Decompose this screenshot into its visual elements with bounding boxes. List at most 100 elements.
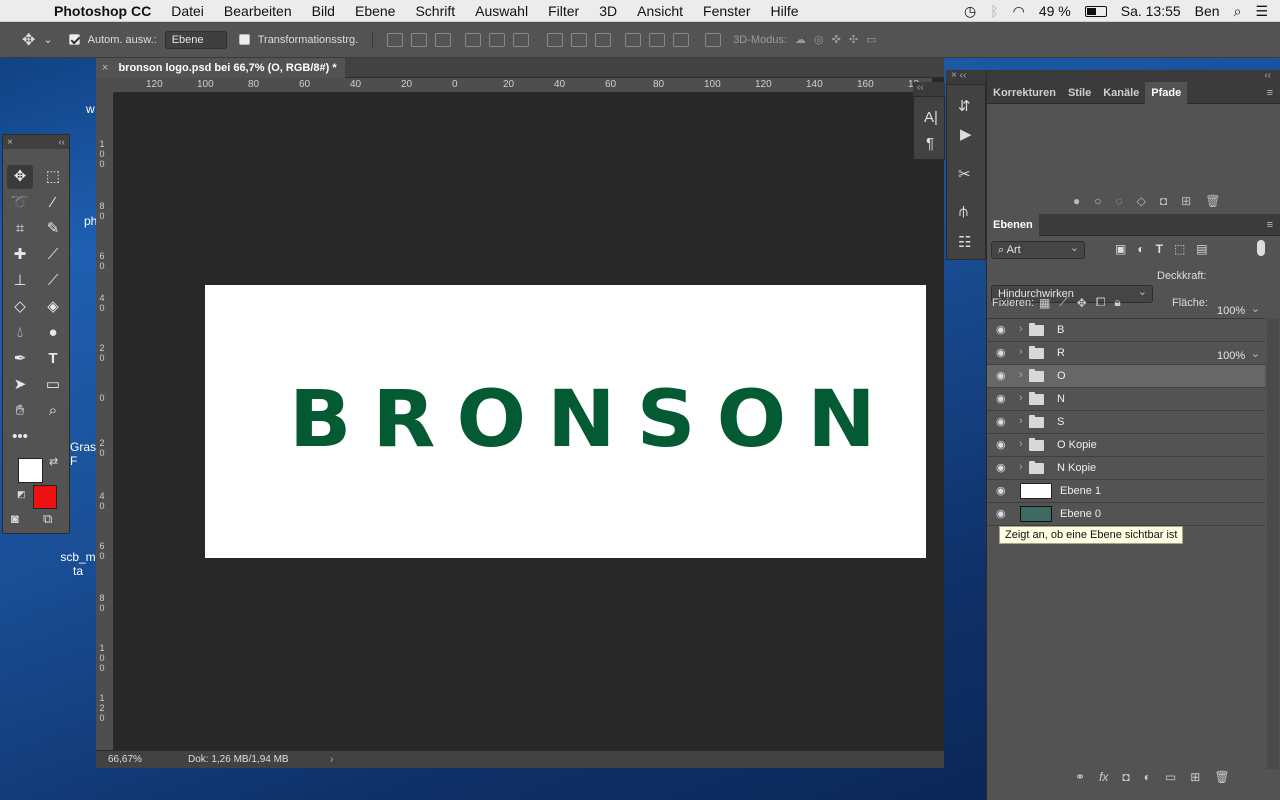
add-mask-icon[interactable]: ◘	[1160, 194, 1167, 208]
layer-filter-dropdown[interactable]: ⌕ Art	[991, 240, 1085, 259]
notification-center-icon[interactable]: ☰	[1255, 3, 1268, 20]
document-info[interactable]: Dok: 1,26 MB/1,94 MB	[188, 754, 330, 765]
clone-stamp-tool-icon[interactable]: ⊥	[7, 269, 33, 293]
type-tool-icon[interactable]: T	[40, 347, 66, 371]
menu-filter[interactable]: Filter	[548, 3, 579, 19]
align-bottom-icon[interactable]	[435, 32, 452, 47]
panel-column-header[interactable]: ‹‹	[987, 70, 1280, 82]
dodge-tool-icon[interactable]: ●	[40, 321, 66, 345]
adjustment-layer-icon[interactable]: ◐	[1144, 770, 1151, 784]
pen-tool-icon[interactable]: ✒	[7, 347, 33, 371]
path-selection-tool-icon[interactable]: ➤	[7, 373, 33, 397]
expand-chevron-icon[interactable]: ›	[1019, 392, 1023, 404]
foreground-color-swatch[interactable]	[18, 458, 43, 483]
delete-layer-icon[interactable]: 🗑︎	[1214, 770, 1229, 784]
spotlight-icon[interactable]: ⌕	[1234, 3, 1242, 20]
expand-chevron-icon[interactable]: ›	[1019, 415, 1023, 427]
layer-row[interactable]: ◉ › S	[987, 411, 1265, 434]
align-hcenter-icon[interactable]	[489, 32, 506, 47]
user-name[interactable]: Ben	[1195, 3, 1220, 19]
menu-bild[interactable]: Bild	[312, 3, 335, 19]
link-layers-icon[interactable]: ⚭	[1075, 770, 1085, 784]
new-layer-icon[interactable]: ⊞	[1190, 770, 1200, 784]
wifi-icon[interactable]: ◠	[1013, 3, 1025, 20]
quick-mask-icon[interactable]: ◙	[11, 511, 19, 526]
layer-row[interactable]: ◉ › B	[987, 319, 1265, 342]
character-panel-icon[interactable]: A|	[924, 109, 938, 126]
tab-pfade[interactable]: Pfade	[1145, 81, 1188, 104]
visibility-eye-icon[interactable]: ◉	[996, 348, 1010, 359]
expand-chevron-icon[interactable]: ›	[1019, 461, 1023, 473]
status-menu-arrow-icon[interactable]: ›	[330, 754, 333, 765]
menu-ebene[interactable]: Ebene	[355, 3, 395, 19]
filter-adjustment-icon[interactable]: ◐	[1137, 242, 1144, 256]
brush-tool-icon[interactable]: ⟋	[40, 243, 66, 267]
bluetooth-icon[interactable]: ᛒ	[990, 3, 998, 19]
layer-row[interactable]: ◉ › R	[987, 342, 1265, 365]
zoom-tool-icon[interactable]: ⌕	[40, 399, 66, 423]
filter-pixel-icon[interactable]: ▣	[1115, 242, 1126, 256]
tab-korrekturen[interactable]: Korrekturen	[987, 82, 1062, 104]
distribute-bottom-icon[interactable]	[595, 32, 612, 47]
load-as-selection-icon[interactable]: ◌	[1116, 194, 1123, 208]
swap-colors-icon[interactable]: ⇄	[49, 455, 58, 468]
distribute-right-icon[interactable]	[673, 32, 690, 47]
toolbox-header[interactable]: × ‹‹	[3, 135, 69, 149]
layer-row[interactable]: ◉ Ebene 1	[987, 480, 1265, 503]
time-machine-icon[interactable]: ◷	[964, 3, 976, 20]
history-panel-icon[interactable]: ⇵	[958, 97, 971, 115]
distribute-top-icon[interactable]	[547, 32, 564, 47]
vertical-ruler[interactable]: 1 0 0 8 0 6 0 4 0 2 0 0 2 0 4 0 6 0 8 0 …	[96, 93, 114, 750]
filter-toggle[interactable]	[1257, 240, 1265, 256]
menu-bearbeiten[interactable]: Bearbeiten	[224, 3, 292, 19]
add-mask-icon[interactable]: ◘	[1122, 770, 1129, 784]
lock-image-icon[interactable]: ⟋	[1059, 295, 1067, 310]
menu-ansicht[interactable]: Ansicht	[637, 3, 683, 19]
dock-header[interactable]: × ‹‹	[946, 70, 986, 84]
move-tool-icon[interactable]: ✥	[22, 30, 35, 50]
distribute-hcenter-icon[interactable]	[649, 32, 666, 47]
visibility-eye-icon[interactable]: ◉	[996, 394, 1010, 405]
close-tab-icon[interactable]: ×	[102, 62, 108, 74]
apple-icon[interactable]	[20, 3, 34, 19]
auto-select-checkbox[interactable]	[68, 34, 80, 45]
lock-transparent-icon[interactable]: ▦	[1039, 296, 1050, 310]
blur-tool-icon[interactable]: 💧︎	[7, 321, 33, 345]
visibility-eye-icon[interactable]: ◉	[996, 440, 1010, 451]
3d-orbit-icon[interactable]: ☁	[795, 33, 806, 46]
lock-all-icon[interactable]: 🔒︎	[1114, 295, 1120, 310]
panel-menu-icon[interactable]: ≡	[1267, 219, 1273, 231]
adjustments-sliders-icon[interactable]: ☷	[958, 233, 971, 251]
lock-position-icon[interactable]: ✥	[1077, 296, 1087, 310]
visibility-eye-icon[interactable]: ◉	[996, 486, 1010, 497]
visibility-eye-icon[interactable]: ◉	[996, 371, 1010, 382]
3d-roll-icon[interactable]: ◎	[814, 33, 824, 46]
close-icon[interactable]: ×	[7, 137, 13, 148]
visibility-eye-icon[interactable]: ◉	[996, 509, 1010, 520]
paragraph-panel-icon[interactable]: ¶	[926, 135, 934, 152]
hand-tool-icon[interactable]: ✋︎	[7, 399, 33, 423]
rectangle-tool-icon[interactable]: ▭	[40, 373, 66, 397]
lasso-tool-icon[interactable]: ➰	[7, 191, 33, 215]
lock-artboard-icon[interactable]: ⧠	[1096, 295, 1106, 310]
distribute-left-icon[interactable]	[625, 32, 642, 47]
tab-kanaele[interactable]: Kanäle	[1097, 82, 1145, 104]
visibility-eye-icon[interactable]: ◉	[996, 417, 1010, 428]
visibility-eye-icon[interactable]: ◉	[996, 325, 1010, 336]
eraser-tool-icon[interactable]: ◇	[7, 295, 33, 319]
menu-3d[interactable]: 3D	[599, 3, 617, 19]
history-brush-tool-icon[interactable]: ⟋	[40, 269, 66, 293]
menu-auswahl[interactable]: Auswahl	[475, 3, 528, 19]
distribute-vcenter-icon[interactable]	[571, 32, 588, 47]
auto-align-icon[interactable]	[705, 32, 722, 47]
clock[interactable]: Sa. 13:55	[1121, 3, 1181, 19]
menu-datei[interactable]: Datei	[171, 3, 204, 19]
make-work-path-icon[interactable]: ◇	[1137, 194, 1146, 208]
expand-chevron-icon[interactable]: ›	[1019, 323, 1023, 335]
eyedropper-tool-icon[interactable]: ✎	[40, 217, 66, 241]
expand-chevron-icon[interactable]: ›	[1019, 438, 1023, 450]
document-canvas[interactable]: BRONSON	[205, 285, 926, 558]
layer-row[interactable]: ◉ › N	[987, 388, 1265, 411]
expand-chevron-icon[interactable]: ›	[1019, 346, 1023, 358]
screen-mode-icon[interactable]: ⧉	[43, 511, 52, 527]
